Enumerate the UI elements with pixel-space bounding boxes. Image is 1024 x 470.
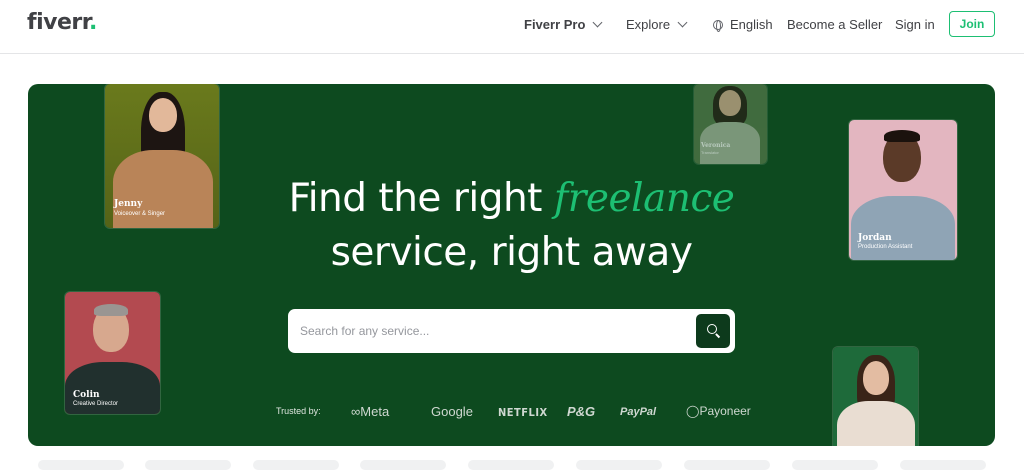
- profile-name: Colin: [73, 390, 100, 400]
- portrait-face: [863, 361, 889, 395]
- category-pill[interactable]: [253, 460, 339, 470]
- nav-explore-label: Explore: [626, 17, 671, 32]
- profile-card-colin: Colin Creative Director: [65, 292, 160, 414]
- fiverr-logo[interactable]: fiverr.: [27, 10, 97, 35]
- top-navbar: fiverr. Fiverr Pro Explore English Becom…: [0, 0, 1024, 54]
- brand-payoneer: ◯Payoneer: [686, 404, 751, 418]
- chevron-down-icon: [677, 17, 688, 28]
- chevron-down-icon: [592, 17, 603, 28]
- nav-fiverr-pro[interactable]: Fiverr Pro: [524, 17, 603, 32]
- search-icon: [707, 324, 717, 334]
- portrait-face: [149, 98, 177, 132]
- join-button[interactable]: Join: [949, 11, 995, 37]
- portrait-hair: [94, 304, 128, 316]
- category-pill[interactable]: [145, 460, 231, 470]
- globe-icon: [713, 19, 723, 32]
- portrait-face: [719, 90, 741, 116]
- category-pill[interactable]: [576, 460, 662, 470]
- brand-meta: ∞Meta: [351, 404, 390, 419]
- hero-title-line2: service, right away: [330, 230, 693, 275]
- profile-card-veronica: Veronica Translator: [694, 84, 767, 164]
- hero-banner: Jenny Voiceover & Singer Veronica Transl…: [28, 84, 995, 446]
- profile-role: Translator: [701, 150, 719, 155]
- profile-role: Creative Director: [73, 401, 119, 407]
- brand-netflix: NETFLIX: [498, 406, 548, 419]
- portrait-hair: [884, 130, 920, 142]
- nav-language-label: English: [730, 17, 773, 32]
- nav-become-seller[interactable]: Become a Seller: [787, 17, 882, 32]
- category-pill[interactable]: [38, 460, 124, 470]
- hero-title-accent: freelance: [553, 176, 735, 221]
- category-pill[interactable]: [360, 460, 446, 470]
- category-pill[interactable]: [684, 460, 770, 470]
- nav-fiverr-pro-label: Fiverr Pro: [524, 17, 586, 32]
- nav-explore[interactable]: Explore: [626, 17, 688, 32]
- brand-pg: P&G: [567, 404, 596, 419]
- brand-paypal: PayPal: [620, 406, 657, 418]
- search-button[interactable]: [696, 314, 730, 348]
- nav-sign-in[interactable]: Sign in: [895, 17, 935, 32]
- profile-card-woman: [833, 347, 918, 446]
- search-bar: [288, 309, 735, 353]
- nav-become-seller-label: Become a Seller: [787, 17, 883, 32]
- hero-title-line1: Find the right freelance: [288, 176, 735, 221]
- category-pill[interactable]: [792, 460, 878, 470]
- trusted-by-label: Trusted by:: [276, 406, 321, 416]
- portrait-body: [837, 401, 915, 446]
- nav-sign-in-label: Sign in: [895, 17, 935, 32]
- nav-language[interactable]: English: [713, 17, 773, 32]
- category-pill[interactable]: [900, 460, 986, 470]
- search-input[interactable]: [300, 319, 680, 343]
- brand-google: Google: [431, 404, 473, 419]
- category-pill[interactable]: [468, 460, 554, 470]
- profile-name: Veronica: [701, 142, 731, 149]
